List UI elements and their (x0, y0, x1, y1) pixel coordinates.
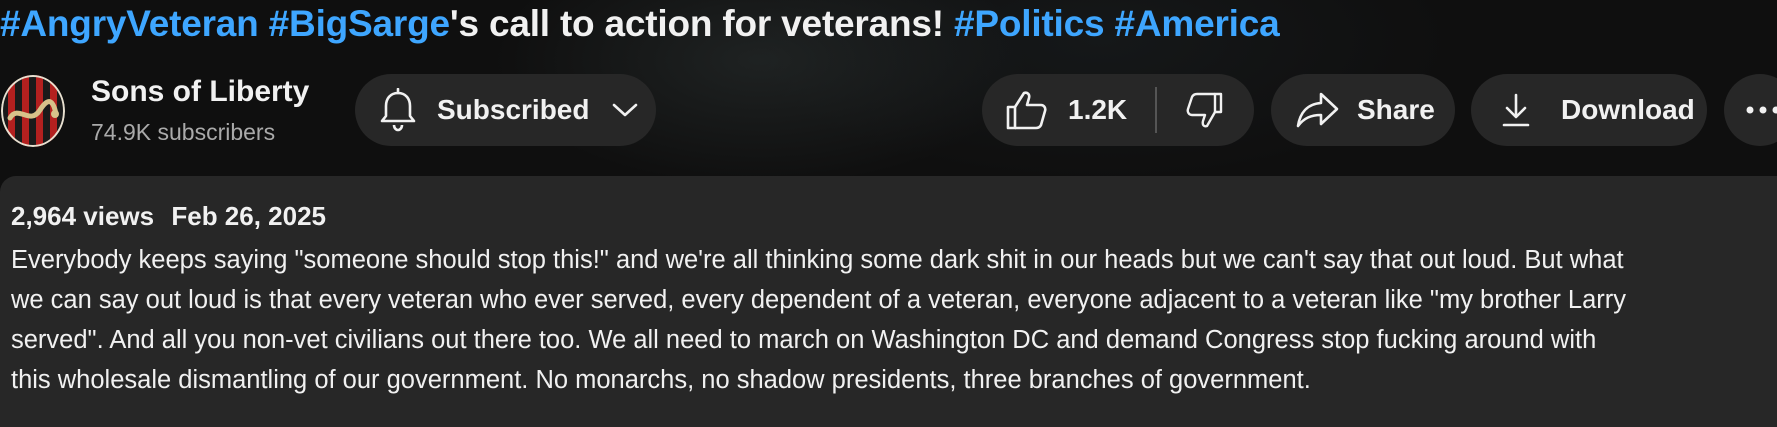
share-label: Share (1357, 94, 1435, 125)
channel-name[interactable]: Sons of Liberty (91, 74, 309, 110)
description-box[interactable]: 2,964 views Feb 26, 2025 Everybody keeps… (0, 176, 1777, 427)
view-count: 2,964 views (11, 201, 155, 231)
like-dislike-group: 1.2K (982, 74, 1254, 146)
bell-icon (380, 88, 416, 132)
chevron-down-icon (613, 103, 638, 117)
like-count: 1.2K (1068, 94, 1128, 125)
share-button[interactable]: Share (1271, 74, 1455, 146)
description-line: this wholesale dismantling of our govern… (11, 366, 1311, 394)
title-text (259, 3, 269, 44)
video-watch-page: #AngryVeteran #BigSarge's call to action… (0, 0, 1777, 427)
description-line: served". And all you non-vet civilians o… (11, 326, 1597, 354)
upload-date: Feb 26, 2025 (171, 201, 327, 231)
download-icon (1502, 93, 1530, 127)
thumbs-down-icon[interactable] (1185, 90, 1225, 130)
download-button[interactable]: Download (1471, 74, 1707, 146)
download-label: Download (1561, 94, 1695, 125)
description-line: we can say out loud is that every vetera… (11, 286, 1627, 314)
description-text: Everybody keeps saying "someone should s… (11, 240, 1771, 400)
title-text (1104, 3, 1114, 44)
hashtag-link[interactable]: #America (1114, 3, 1279, 44)
like-divider (1155, 87, 1158, 133)
more-horizontal-icon (1746, 106, 1777, 114)
channel-avatar[interactable] (0, 74, 66, 148)
more-actions-button[interactable] (1724, 74, 1777, 146)
subscribed-button[interactable]: Subscribed (355, 74, 656, 146)
hashtag-link[interactable]: #Politics (954, 3, 1105, 44)
channel-action-row: Sons of Liberty 74.9K subscribers Subscr… (0, 74, 1777, 148)
title-text: 's call to action for veterans! (449, 3, 954, 44)
video-meta: 2,964 views Feb 26, 2025 (11, 200, 336, 232)
sons-of-liberty-logo-icon (1, 75, 65, 147)
subscriber-count: 74.9K subscribers (91, 119, 276, 145)
description-line: Everybody keeps saying "someone should s… (11, 246, 1624, 274)
hashtag-link[interactable]: #AngryVeteran (0, 3, 259, 44)
video-title: #AngryVeteran #BigSarge's call to action… (0, 2, 1280, 46)
share-icon (1296, 92, 1339, 128)
subscribed-label: Subscribed (437, 94, 590, 125)
hashtag-link[interactable]: #BigSarge (269, 3, 450, 44)
thumbs-up-icon[interactable] (1004, 88, 1048, 132)
